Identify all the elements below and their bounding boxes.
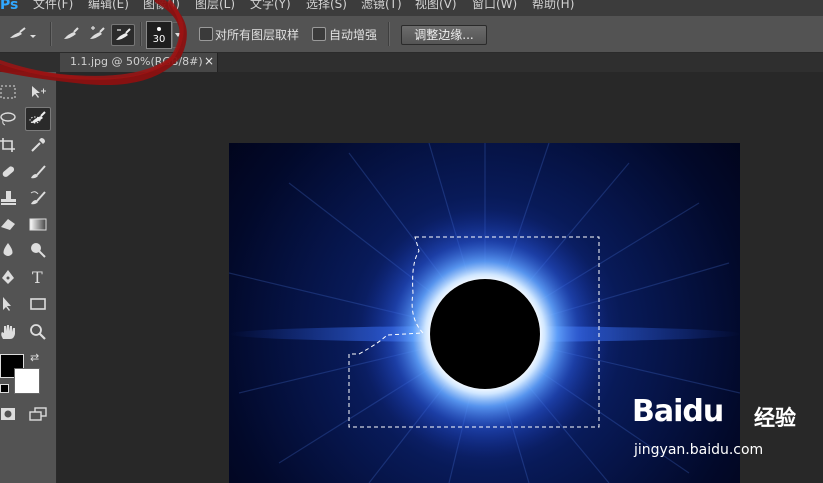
- clone-stamp-icon[interactable]: [0, 188, 20, 210]
- eraser-icon[interactable]: [0, 214, 20, 236]
- auto-enhance-label: 自动增强: [329, 28, 378, 42]
- dodge-icon[interactable]: [26, 240, 50, 262]
- type-icon[interactable]: T: [26, 267, 50, 289]
- options-bar: 30 对所有图层取样 自动增强 调整边缘...: [0, 16, 823, 53]
- sample-all-layers-label: 对所有图层取样: [215, 28, 300, 42]
- document-tab[interactable]: 1.1.jpg @ 50%(RGB/8#) ×: [60, 53, 218, 72]
- menu-type[interactable]: 文字(Y): [250, 0, 291, 12]
- add-to-selection-button[interactable]: [86, 24, 108, 44]
- separator: [140, 22, 141, 46]
- document-tab-title: 1.1.jpg @ 50%(RGB/8#): [70, 55, 203, 68]
- tools-panel: T ⇄: [0, 72, 57, 483]
- baidu-jingyan-watermark: Baidu 经验 jingyan.baidu.com: [632, 392, 810, 472]
- brush-subtract-icon: [116, 28, 131, 40]
- move-icon[interactable]: [26, 82, 50, 104]
- brush-size-value: 30: [152, 34, 166, 45]
- menu-window[interactable]: 窗口(W): [472, 0, 517, 12]
- menu-layer[interactable]: 图层(L): [195, 0, 235, 12]
- brush-new-icon: [64, 27, 79, 39]
- new-selection-button[interactable]: [60, 24, 82, 44]
- close-icon[interactable]: ×: [204, 54, 214, 68]
- menu-file[interactable]: 文件(F): [33, 0, 73, 12]
- rectangular-marquee-icon[interactable]: [0, 82, 20, 104]
- history-brush-icon[interactable]: [26, 188, 50, 210]
- menu-filter[interactable]: 滤镜(T): [361, 0, 402, 12]
- quick-selection-preset-icon: [10, 27, 36, 38]
- menu-image[interactable]: 图像(I): [143, 0, 180, 12]
- screen-mode-icon[interactable]: [26, 404, 50, 426]
- gradient-icon[interactable]: [26, 214, 50, 236]
- menu-view[interactable]: 视图(V): [415, 0, 457, 12]
- separator: [388, 22, 389, 46]
- refine-edge-button[interactable]: 调整边缘...: [401, 25, 487, 45]
- document-tab-bar: 1.1.jpg @ 50%(RGB/8#) ×: [0, 53, 823, 72]
- eyedropper-icon[interactable]: [26, 135, 50, 157]
- brush-tip-icon: [157, 27, 161, 31]
- type-tool-glyph: T: [32, 269, 43, 285]
- menu-select[interactable]: 选择(S): [306, 0, 347, 12]
- brush-picker-dropdown[interactable]: [172, 22, 184, 48]
- menu-edit[interactable]: 编辑(E): [88, 0, 129, 12]
- menu-help[interactable]: 帮助(H): [532, 0, 574, 12]
- tool-preset-picker[interactable]: [6, 24, 36, 44]
- auto-enhance-checkbox[interactable]: [312, 27, 326, 41]
- quick-mask-icon[interactable]: [0, 404, 20, 426]
- crop-icon[interactable]: [0, 135, 20, 157]
- healing-brush-icon[interactable]: [0, 162, 20, 184]
- watermark-url: jingyan.baidu.com: [634, 442, 764, 458]
- menu-bar: Ps 文件(F) 编辑(E) 图像(I) 图层(L) 文字(Y) 选择(S) 滤…: [0, 0, 823, 16]
- rectangle-shape-icon[interactable]: [26, 294, 50, 316]
- brush-add-icon: [90, 26, 105, 39]
- subtract-from-selection-button[interactable]: [111, 24, 135, 46]
- hand-icon[interactable]: [0, 322, 20, 344]
- separator: [50, 22, 51, 46]
- brush-icon[interactable]: [26, 162, 50, 184]
- pen-icon[interactable]: [0, 267, 20, 289]
- sample-all-layers-checkbox[interactable]: [199, 27, 213, 41]
- lasso-icon[interactable]: [0, 109, 20, 131]
- photoshop-logo: Ps: [0, 0, 19, 13]
- watermark-brand: Baidu: [632, 394, 724, 429]
- background-color-swatch[interactable]: [14, 368, 40, 394]
- swap-colors-icon[interactable]: ⇄: [30, 351, 39, 364]
- zoom-icon[interactable]: [26, 322, 50, 344]
- watermark-brand-cn: 经验: [754, 406, 796, 430]
- brush-size-picker[interactable]: 30: [146, 21, 172, 49]
- path-selection-icon[interactable]: [0, 294, 20, 316]
- default-colors-icon[interactable]: [0, 384, 9, 393]
- eclipse-moon-disk: [430, 279, 540, 389]
- quick-selection-icon[interactable]: [25, 107, 51, 131]
- blur-icon[interactable]: [0, 240, 20, 262]
